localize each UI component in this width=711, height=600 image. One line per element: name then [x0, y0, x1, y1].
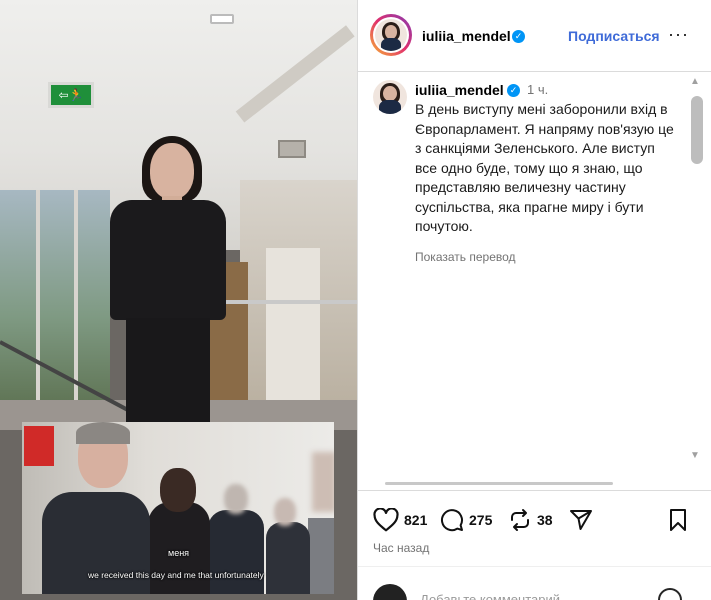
- scrollbar-thumb[interactable]: [691, 96, 703, 164]
- comment-input[interactable]: Добавьте комментарий...: [420, 592, 571, 600]
- woman-jacket: [110, 200, 226, 320]
- exit-sign: ⇦🏃: [48, 82, 94, 108]
- pillar: [266, 248, 320, 420]
- comment-divider: [358, 566, 711, 567]
- verified-badge-icon: ✓: [512, 30, 525, 43]
- comment-button[interactable]: 275: [440, 508, 492, 532]
- share-button[interactable]: [569, 508, 593, 532]
- inset-caption: we received this day and me that unfortu…: [88, 570, 264, 580]
- likes-count: 821: [404, 512, 428, 528]
- woman-face: [150, 143, 194, 199]
- person-body: [208, 510, 264, 594]
- header-avatar[interactable]: [370, 14, 412, 56]
- repost-button[interactable]: 38: [508, 508, 553, 532]
- viewer-avatar: [373, 584, 407, 600]
- share-icon: [570, 510, 592, 530]
- person-head-blurred: [224, 484, 248, 514]
- horizontal-scrollbar[interactable]: [385, 482, 613, 485]
- scroll-up-arrow-icon[interactable]: ▲: [690, 76, 700, 87]
- post-caption: В день виступу мені заборонили вхід в Єв…: [415, 101, 674, 234]
- follow-button[interactable]: Подписаться: [568, 28, 660, 44]
- heart-icon: [373, 508, 399, 532]
- person-head: [160, 468, 196, 512]
- person-head-blurred: [274, 498, 296, 526]
- post-media[interactable]: ⇦🏃 меня we received this day and me that…: [0, 0, 357, 600]
- more-icon[interactable]: ···: [668, 24, 689, 45]
- panel-divider: [357, 0, 358, 600]
- person-body: [266, 522, 310, 594]
- scroll-down-arrow-icon[interactable]: ▼: [690, 450, 700, 461]
- person-hair: [76, 422, 130, 444]
- header-username[interactable]: iuliia_mendel: [422, 28, 511, 44]
- windows: [0, 190, 110, 420]
- woman-trousers: [126, 318, 210, 422]
- like-button[interactable]: 821: [373, 508, 427, 532]
- bookmark-icon: [670, 509, 686, 531]
- emoji-icon[interactable]: [658, 588, 682, 600]
- comment-icon: [441, 509, 463, 532]
- person-head-blurred: [312, 452, 334, 512]
- person-body: [308, 518, 334, 594]
- comments-count: 275: [469, 512, 493, 528]
- inset-caption-small: меня: [168, 548, 190, 558]
- inset-red-panel: [24, 426, 54, 466]
- post-time: 1 ч.: [527, 82, 549, 97]
- ceiling-vent: [278, 140, 306, 158]
- save-button[interactable]: [667, 508, 689, 532]
- caption-username[interactable]: iuliia_mendel: [415, 82, 504, 98]
- actions-divider: [358, 490, 711, 491]
- window-frame: [36, 190, 40, 420]
- reposts-count: 38: [537, 512, 553, 528]
- verified-badge-icon: ✓: [507, 84, 520, 97]
- post-timestamp: Час назад: [373, 541, 430, 555]
- avatar: [375, 19, 407, 51]
- repost-icon: [511, 509, 529, 531]
- ceiling-light: [210, 14, 234, 24]
- caption-avatar[interactable]: [373, 80, 407, 114]
- inset-photo: меня we received this day and me that un…: [22, 422, 334, 594]
- translate-link[interactable]: Показать перевод: [415, 250, 516, 264]
